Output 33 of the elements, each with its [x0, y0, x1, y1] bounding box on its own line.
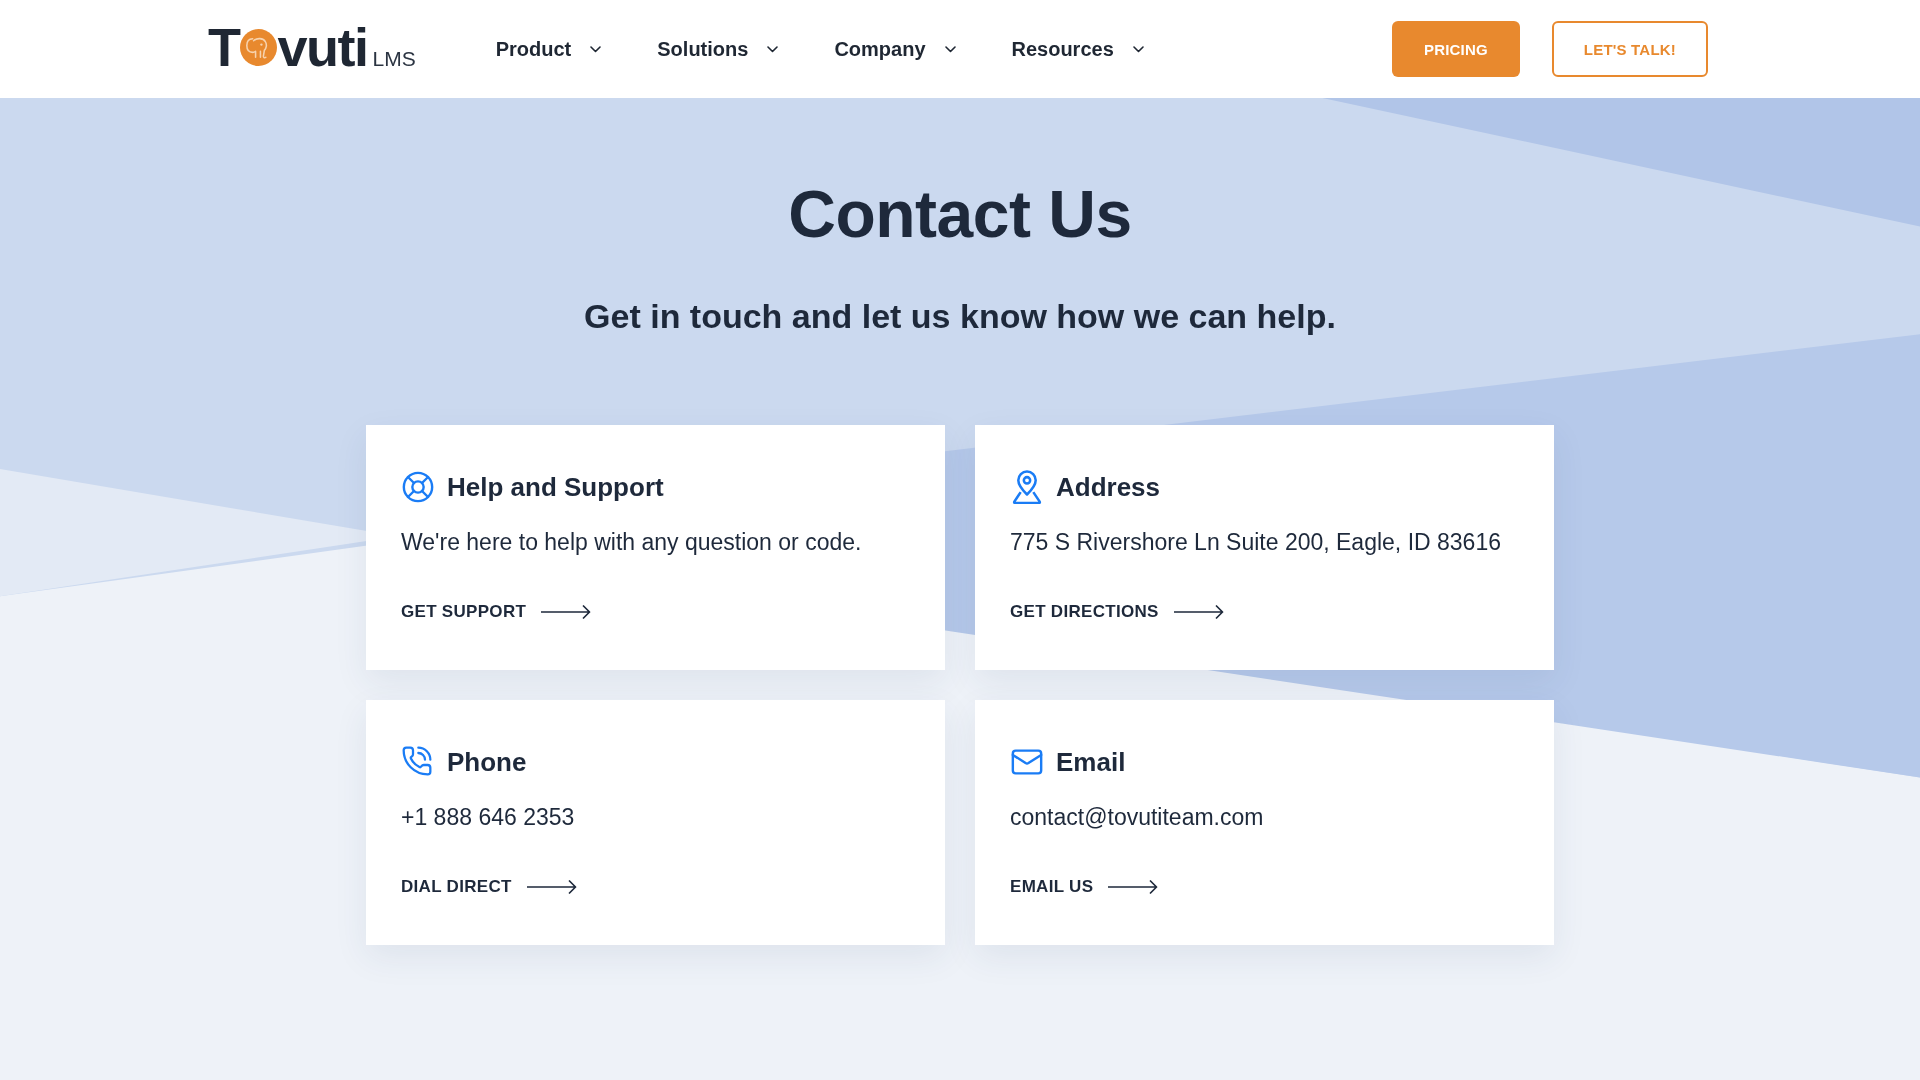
card-link[interactable]: EMAIL US [1010, 877, 1159, 897]
location-pin-icon [1010, 470, 1044, 504]
nav-menu-item[interactable]: Solutions [657, 37, 779, 61]
page-title: Contact Us [788, 176, 1132, 253]
logo-wordmark[interactable]: vuti [277, 20, 368, 74]
nav-menu-item[interactable]: Resources [1011, 37, 1144, 61]
arrow-right-icon [541, 605, 592, 619]
phone-icon [401, 745, 433, 777]
nav-menu-item[interactable]: Product [495, 37, 602, 61]
logo-wordmark[interactable]: T [208, 20, 240, 74]
card-link[interactable]: GET SUPPORT [401, 602, 592, 622]
card-title: Email [1056, 746, 1126, 779]
card-title: Address [1056, 471, 1161, 504]
card-text: We're here to help with any question or code. [401, 528, 862, 557]
card-text: 775 S Rivershore Ln Suite 200, Eagle, ID 83616 [1010, 528, 1501, 557]
chevron-down-icon [767, 45, 779, 53]
card-link[interactable]: GET DIRECTIONS [1010, 602, 1224, 622]
card-link[interactable]: DIAL DIRECT [401, 877, 577, 897]
lifebuoy-icon [401, 470, 435, 504]
chevron-down-icon [944, 45, 956, 53]
card-text: contact@tovutiteam.com [1010, 803, 1264, 832]
chevron-down-icon [590, 45, 602, 53]
elephant-icon [239, 29, 277, 66]
card-title: Help and Support [447, 471, 664, 504]
arrow-right-icon [1173, 605, 1224, 619]
chevron-down-icon [1132, 45, 1144, 53]
card-text: +1 888 646 2353 [401, 803, 575, 832]
arrow-right-icon [526, 880, 577, 894]
page-subtitle: Get in touch and let us know how we can help. [584, 296, 1336, 337]
nav-menu-item[interactable]: Company [834, 37, 956, 61]
logo-suffix[interactable]: LMS [372, 48, 416, 69]
arrow-right-icon [1108, 880, 1159, 894]
card-title: Phone [447, 746, 527, 779]
